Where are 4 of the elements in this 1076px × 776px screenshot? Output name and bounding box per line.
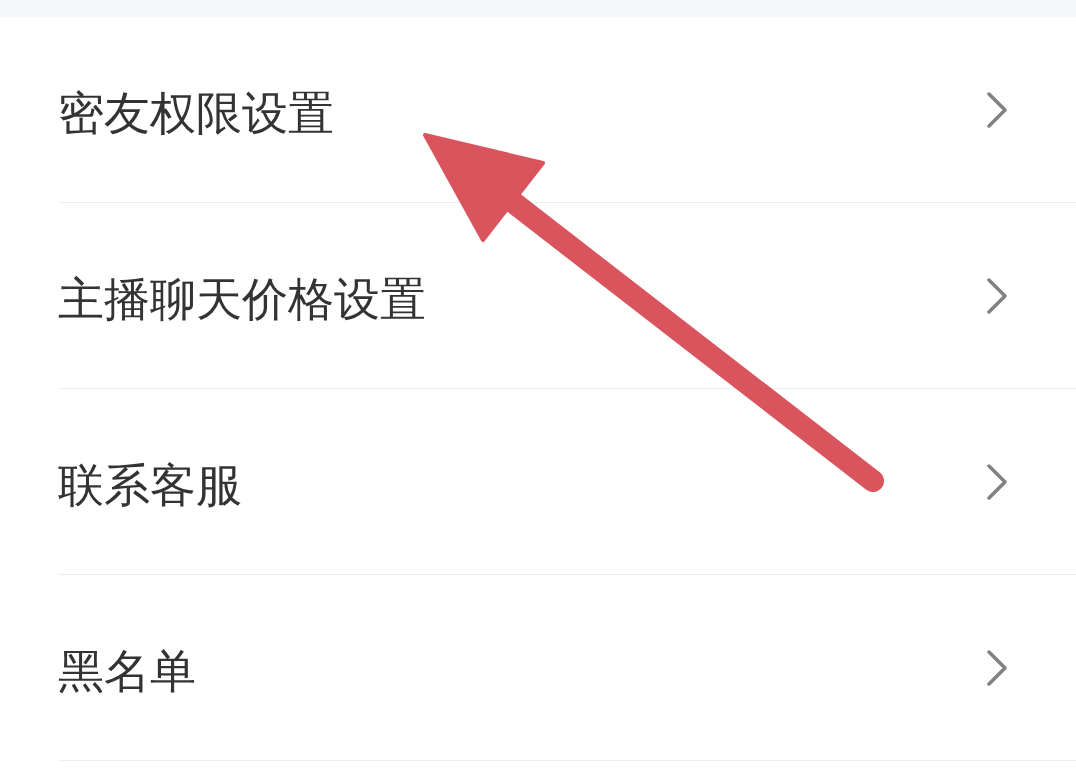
chevron-right-icon: [987, 649, 1007, 686]
chevron-right-icon: [987, 463, 1007, 500]
chevron-right-icon: [987, 91, 1007, 128]
chevron-right-icon: [987, 277, 1007, 314]
